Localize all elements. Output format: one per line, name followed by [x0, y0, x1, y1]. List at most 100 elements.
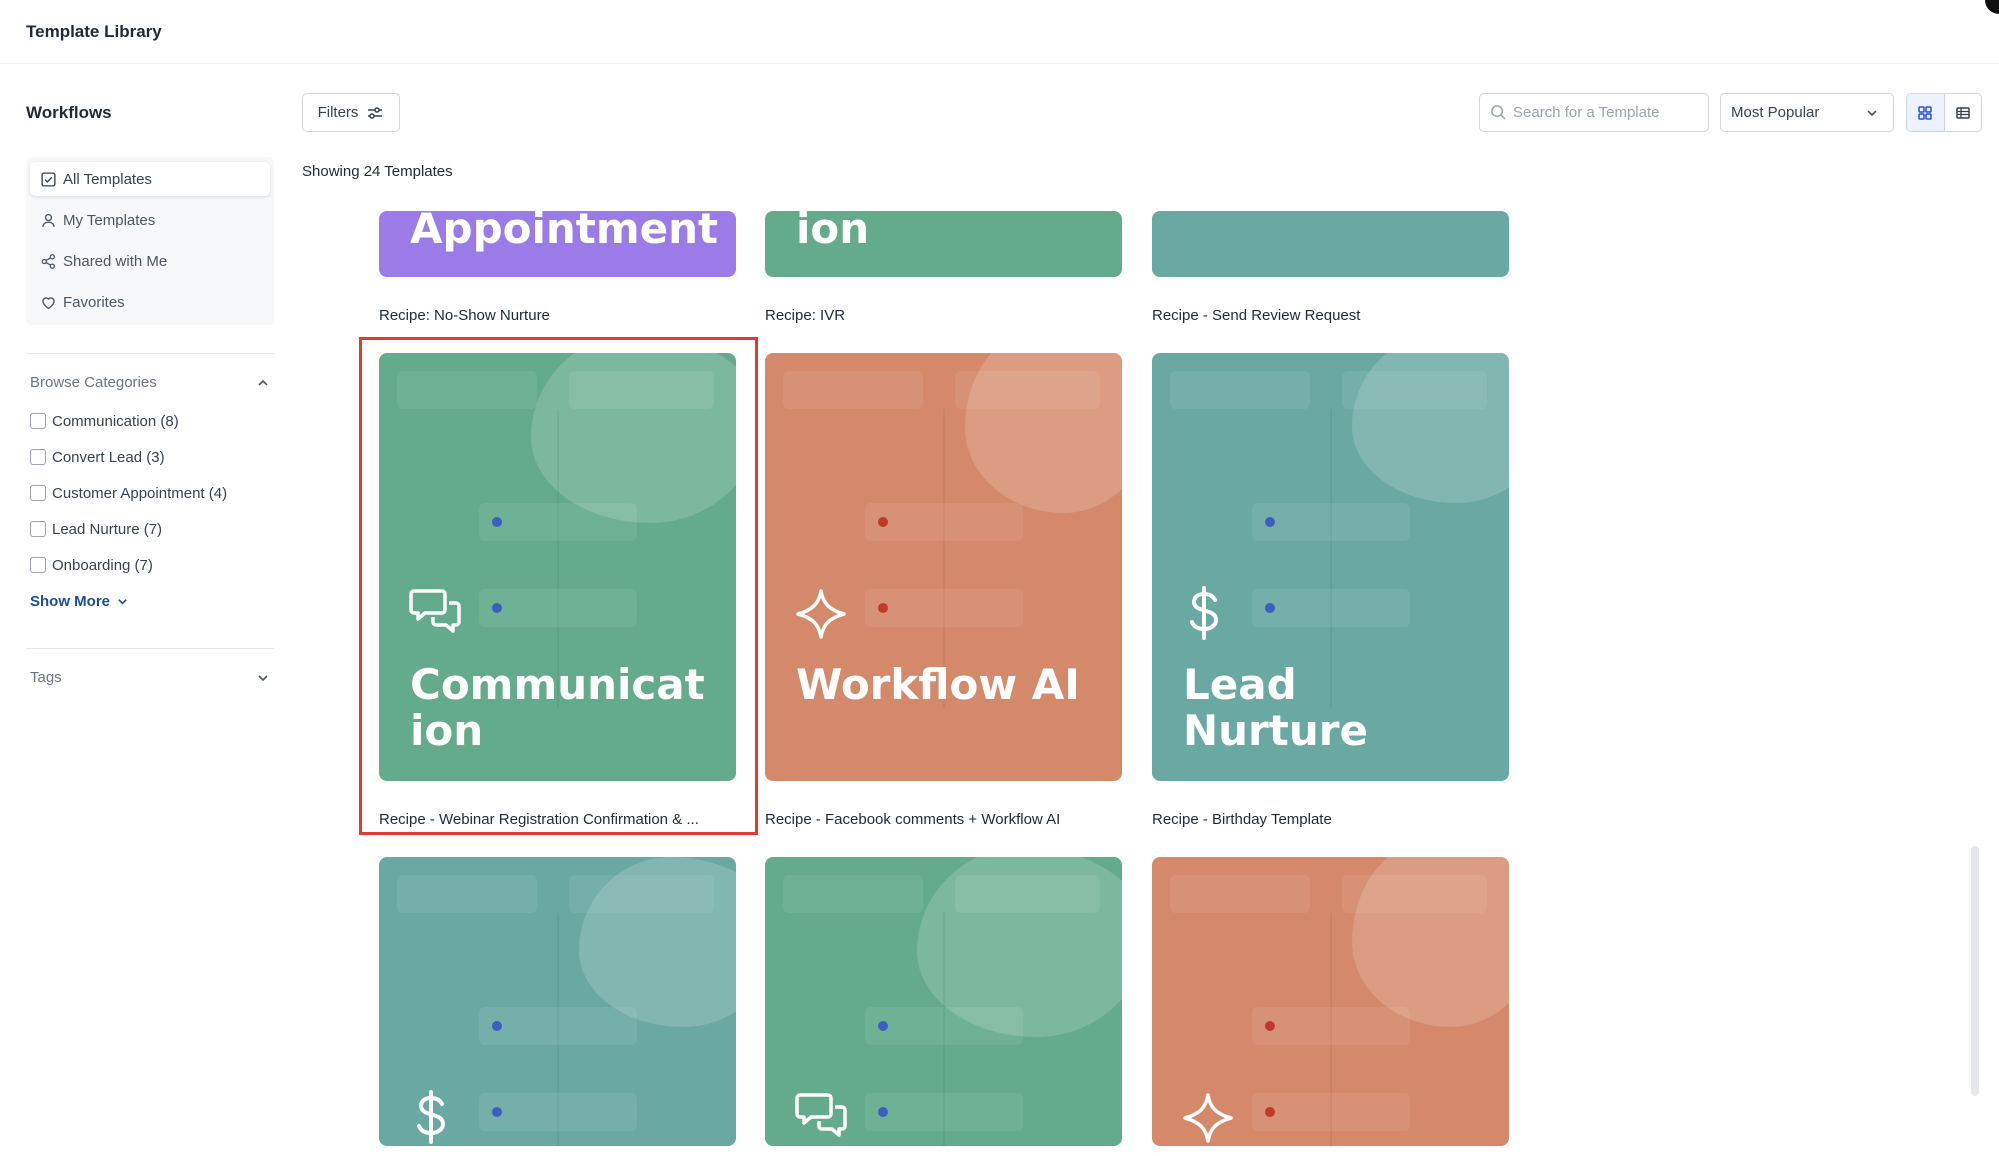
template-card[interactable]: Recipe - Send Review Request	[1152, 211, 1509, 324]
template-card[interactable]: Communicat ion Recipe - Webinar Registra…	[379, 353, 736, 828]
category-checkbox[interactable]	[30, 521, 46, 537]
card-label: Recipe - Webinar Registration Confirmati…	[379, 811, 699, 828]
grid-view-button[interactable]	[1907, 94, 1944, 131]
category-item[interactable]: Onboarding (7)	[30, 547, 227, 583]
avatar[interactable]	[1985, 0, 1999, 14]
scrollbar[interactable]	[1971, 211, 1979, 1146]
card-thumbnail	[1152, 857, 1509, 1146]
chat-bubbles-icon	[795, 1093, 847, 1137]
template-card[interactable]	[1152, 857, 1509, 1146]
workflow-node	[1252, 1007, 1410, 1045]
show-more-link[interactable]: Show More	[30, 593, 129, 610]
card-thumbnail	[765, 857, 1122, 1146]
category-checkbox[interactable]	[30, 413, 46, 429]
workflow-node	[783, 875, 923, 913]
workflow-dot	[1265, 603, 1275, 613]
sidebar-item-shared-with-me[interactable]: Shared with Me	[30, 244, 270, 278]
workflow-dot	[492, 603, 502, 613]
check-square-icon	[41, 171, 56, 187]
grid-icon	[1918, 105, 1932, 120]
template-card[interactable]: Lead Nurture Recipe - Birthday Template	[1152, 353, 1509, 828]
workflow-dot	[492, 1107, 502, 1117]
category-item[interactable]: Convert Lead (3)	[30, 439, 227, 475]
list-view-button[interactable]	[1943, 94, 1982, 131]
sidebar-item-all-templates[interactable]: All Templates	[30, 162, 270, 196]
category-label: Customer Appointment (4)	[52, 484, 228, 502]
chevron-down-icon	[1867, 109, 1877, 116]
user-icon	[42, 213, 55, 227]
workflow-node	[1342, 875, 1487, 913]
workflow-dot	[492, 517, 502, 527]
browse-categories-header[interactable]: Browse Categories	[30, 374, 270, 391]
template-card[interactable]: Appointment Recipe: No-Show Nurture	[379, 211, 736, 324]
heart-icon	[42, 296, 55, 309]
card-label: Recipe: IVR	[765, 307, 846, 324]
workflow-node	[955, 875, 1100, 913]
category-checkbox[interactable]	[30, 557, 46, 573]
workflow-node	[479, 589, 637, 627]
tags-title: Tags	[30, 669, 62, 686]
page-title: Template Library	[26, 22, 162, 41]
workflow-node	[479, 1007, 637, 1045]
card-thumbnail	[1152, 211, 1509, 277]
category-item[interactable]: Customer Appointment (4)	[30, 475, 227, 511]
filters-button[interactable]: Filters	[302, 93, 400, 132]
sidebar-divider	[26, 648, 274, 649]
workflow-dot	[1265, 1021, 1275, 1031]
category-label: Convert Lead (3)	[52, 448, 165, 466]
category-item[interactable]: Lead Nurture (7)	[30, 511, 227, 547]
category-item[interactable]: Communication (8)	[30, 403, 227, 439]
template-card[interactable]: Workflow AI Recipe - Facebook comments +…	[765, 353, 1122, 828]
card-thumbnail: Lead Nurture	[1152, 353, 1509, 781]
sidebar-item-label: My Templates	[63, 211, 156, 229]
category-checkbox[interactable]	[30, 449, 46, 465]
sidebar-title: Workflows	[26, 103, 112, 122]
card-thumbnail: ion	[765, 211, 1122, 277]
sidebar-item-my-templates[interactable]: My Templates	[30, 203, 270, 237]
top-bar: Template Library	[0, 0, 1999, 64]
sidebar-nav: All Templates My Templates Shared with M…	[26, 157, 274, 325]
card-label: Recipe - Send Review Request	[1152, 307, 1361, 324]
dollar-icon	[417, 1090, 446, 1144]
sparkle-icon	[796, 589, 846, 639]
view-toggle	[1906, 93, 1982, 132]
card-title: ion	[796, 211, 870, 253]
workflow-dot	[1265, 1107, 1275, 1117]
sidebar-item-label: All Templates	[63, 170, 152, 188]
category-label: Communication (8)	[52, 412, 179, 430]
workflow-node	[865, 503, 1023, 541]
workflow-dot	[878, 517, 888, 527]
category-checkbox[interactable]	[30, 485, 46, 501]
template-card[interactable]	[379, 857, 736, 1146]
search-input[interactable]	[1513, 104, 1693, 121]
sidebar-divider	[26, 353, 274, 354]
chat-bubbles-icon	[409, 589, 461, 633]
show-more-label: Show More	[30, 593, 111, 610]
chevron-down-icon	[118, 599, 127, 605]
workflow-node	[479, 503, 637, 541]
browse-categories-title: Browse Categories	[30, 374, 157, 391]
workflow-node	[865, 1007, 1023, 1045]
search-box[interactable]	[1479, 93, 1709, 132]
workflow-dot	[878, 1021, 888, 1031]
workflow-node	[1252, 1093, 1410, 1131]
workflow-node	[569, 371, 714, 409]
sidebar-item-favorites[interactable]: Favorites	[30, 285, 270, 319]
workflow-node	[865, 1093, 1023, 1131]
template-card[interactable]: ion Recipe: IVR	[765, 211, 1122, 324]
chevron-up-icon	[258, 379, 268, 386]
category-label: Lead Nurture (7)	[52, 520, 163, 538]
tags-header[interactable]: Tags	[30, 669, 270, 686]
workflow-node	[479, 1093, 637, 1131]
workflow-node	[397, 371, 537, 409]
card-thumbnail: Communicat ion	[379, 353, 736, 781]
card-title: Lead Nurture	[1183, 660, 1368, 755]
template-card[interactable]	[765, 857, 1122, 1146]
search-icon	[1491, 105, 1506, 120]
category-label: Onboarding (7)	[52, 556, 153, 574]
scrollbar-thumb[interactable]	[1971, 846, 1979, 1096]
sort-dropdown[interactable]: Most Popular	[1720, 93, 1894, 132]
sliders-icon	[368, 106, 383, 119]
card-thumbnail	[379, 857, 736, 1146]
workflow-node	[1170, 371, 1310, 409]
